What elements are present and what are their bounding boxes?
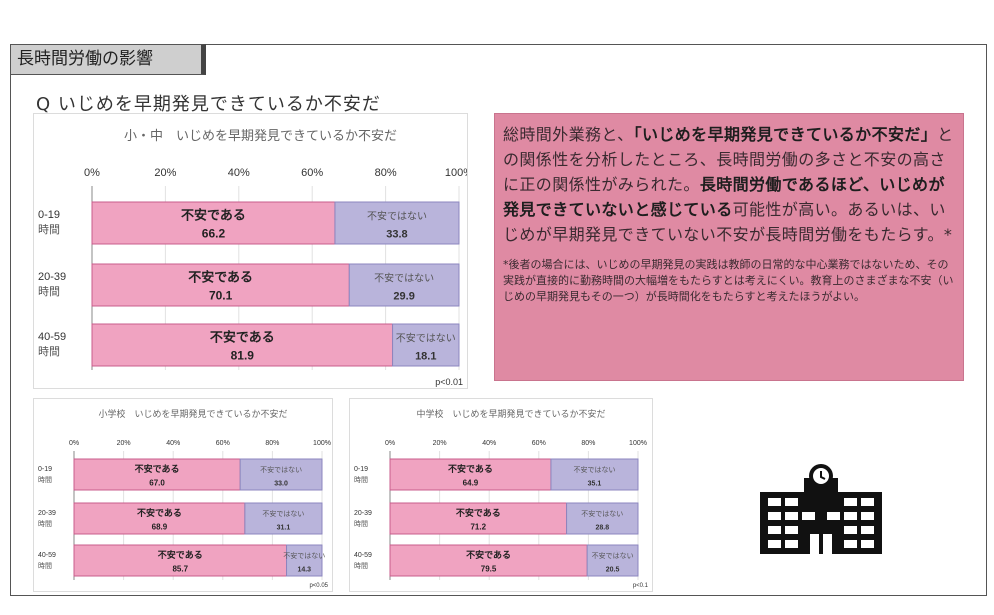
series-label-not-anxious: 不安ではない [581,509,623,518]
series-label-anxious: 不安である [158,549,203,561]
data-label-anxious: 67.0 [149,478,165,487]
x-tick-label: 0% [385,440,395,447]
category-label: 20-39 [38,510,56,517]
x-tick-label: 100% [313,440,331,447]
x-tick-label: 0% [84,167,100,179]
x-tick-label: 60% [216,440,230,447]
category-label: 時間 [354,562,368,570]
chart-elementary: 小学校 いじめを早期発見できているか不安だ 0% 20% 40% 60% 80% 100% 0… [38,408,331,589]
chart-elementary-panel: 小学校 いじめを早期発見できているか不安だ 0% 20% 40% 60% 80% 100% 0… [33,398,333,592]
series-label-not-anxious: 不安ではない [367,210,427,223]
data-label-anxious: 70.1 [209,289,233,303]
data-label-anxious: 85.7 [172,564,188,573]
analysis-text: 総時間外業務と、「いじめを早期発見できているか不安だ」との関係性を分析したところ… [503,122,955,247]
category-label: 0-19 [38,466,52,473]
data-label-not-anxious: 31.1 [277,524,291,531]
x-tick-label: 20% [117,440,131,447]
x-tick-label: 60% [301,167,323,179]
x-tick-label: 80% [375,167,397,179]
series-label-anxious: 不安である [181,208,246,224]
x-tick-label: 80% [581,440,595,447]
chart-main: 小・中 いじめを早期発見できているか不安だ 0% 20% 40% 60% 80% 100% 0… [38,129,467,387]
chart-juniorhigh-panel: 中学校 いじめを早期発見できているか不安だ 0% 20% 40% 60% 80% 100% 0… [349,398,653,592]
data-label-not-anxious: 35.1 [588,480,602,487]
data-label-not-anxious: 33.8 [386,229,407,241]
chart-title: 小・中 いじめを早期発見できているか不安だ [124,129,397,144]
section-tab: 長時間労働の影響 [10,44,206,75]
significance-note: p<0.1 [633,583,649,589]
data-label-not-anxious: 29.9 [393,291,414,303]
series-label-anxious: 不安である [466,549,511,561]
category-label: 20-39 [38,271,66,283]
category-label: 時間 [38,520,52,528]
footnote: *後者の場合には、いじめの早期発見の実践は教師の日常的な中心業務ではないため、そ… [503,258,954,303]
x-tick-label: 80% [265,440,279,447]
x-tick-label: 40% [166,440,180,447]
x-tick-label: 0% [69,440,79,447]
data-label-anxious: 71.2 [470,522,486,531]
series-label-not-anxious: 不安ではない [573,465,615,474]
category-label: 0-19 [38,209,60,221]
data-label-anxious: 66.2 [202,227,226,241]
category-label: 0-19 [354,466,368,473]
chart-title: 中学校 いじめを早期発見できているか不安だ [416,408,605,420]
data-label-not-anxious: 28.8 [595,524,609,531]
chart-title: 小学校 いじめを早期発見できているか不安だ [98,408,287,420]
series-label-anxious: 不安である [210,330,275,346]
category-label: 時間 [38,223,60,236]
x-tick-label: 40% [482,440,496,447]
significance-note: p<0.01 [435,377,463,387]
series-label-not-anxious: 不安ではない [260,465,302,474]
series-label-not-anxious: 不安ではない [262,509,304,518]
analysis-text-part: 総時間外業務と、 [503,125,634,144]
series-label-anxious: 不安である [456,507,501,519]
analysis-text-part: 「いじめを早期発見できているか不安だ」 [633,125,938,144]
data-label-anxious: 79.5 [481,564,497,573]
series-label-anxious: 不安である [137,507,182,519]
category-label: 時間 [38,285,60,298]
data-label-anxious: 81.9 [231,349,255,363]
data-label-not-anxious: 33.0 [274,480,288,487]
data-label-anxious: 64.9 [463,478,479,487]
data-label-not-anxious: 18.1 [415,351,436,363]
chart-main-panel: 小・中 いじめを早期発見できているか不安だ 0% 20% 40% 60% 80% 100% 0… [33,113,468,389]
x-tick-label: 20% [154,167,176,179]
series-label-not-anxious: 不安ではない [283,551,325,560]
data-label-not-anxious: 14.3 [297,566,311,573]
x-tick-label: 100% [445,167,467,179]
category-label: 40-59 [38,331,66,343]
series-label-not-anxious: 不安ではない [592,551,634,560]
series-label-not-anxious: 不安ではない [396,332,456,345]
category-label: 時間 [354,476,368,484]
significance-note: p<0.05 [309,583,328,589]
x-tick-label: 60% [532,440,546,447]
category-label: 40-59 [38,552,56,559]
series-label-anxious: 不安である [448,463,493,475]
category-label: 時間 [354,520,368,528]
school-building-icon [760,464,882,554]
data-label-anxious: 68.9 [152,522,168,531]
category-label: 20-39 [354,510,372,517]
x-tick-label: 20% [433,440,447,447]
x-tick-label: 40% [228,167,250,179]
category-label: 時間 [38,562,52,570]
series-label-anxious: 不安である [135,463,180,475]
series-label-not-anxious: 不安ではない [374,272,434,285]
x-tick-label: 100% [629,440,647,447]
category-label: 時間 [38,345,60,358]
category-label: 40-59 [354,552,372,559]
category-label: 時間 [38,476,52,484]
data-label-not-anxious: 20.5 [606,566,620,573]
series-label-anxious: 不安である [188,270,253,286]
analysis-text-box: 総時間外業務と、「いじめを早期発見できているか不安だ」との関係性を分析したところ… [494,113,964,381]
chart-juniorhigh: 中学校 いじめを早期発見できているか不安だ 0% 20% 40% 60% 80% 100% 0… [354,408,649,589]
